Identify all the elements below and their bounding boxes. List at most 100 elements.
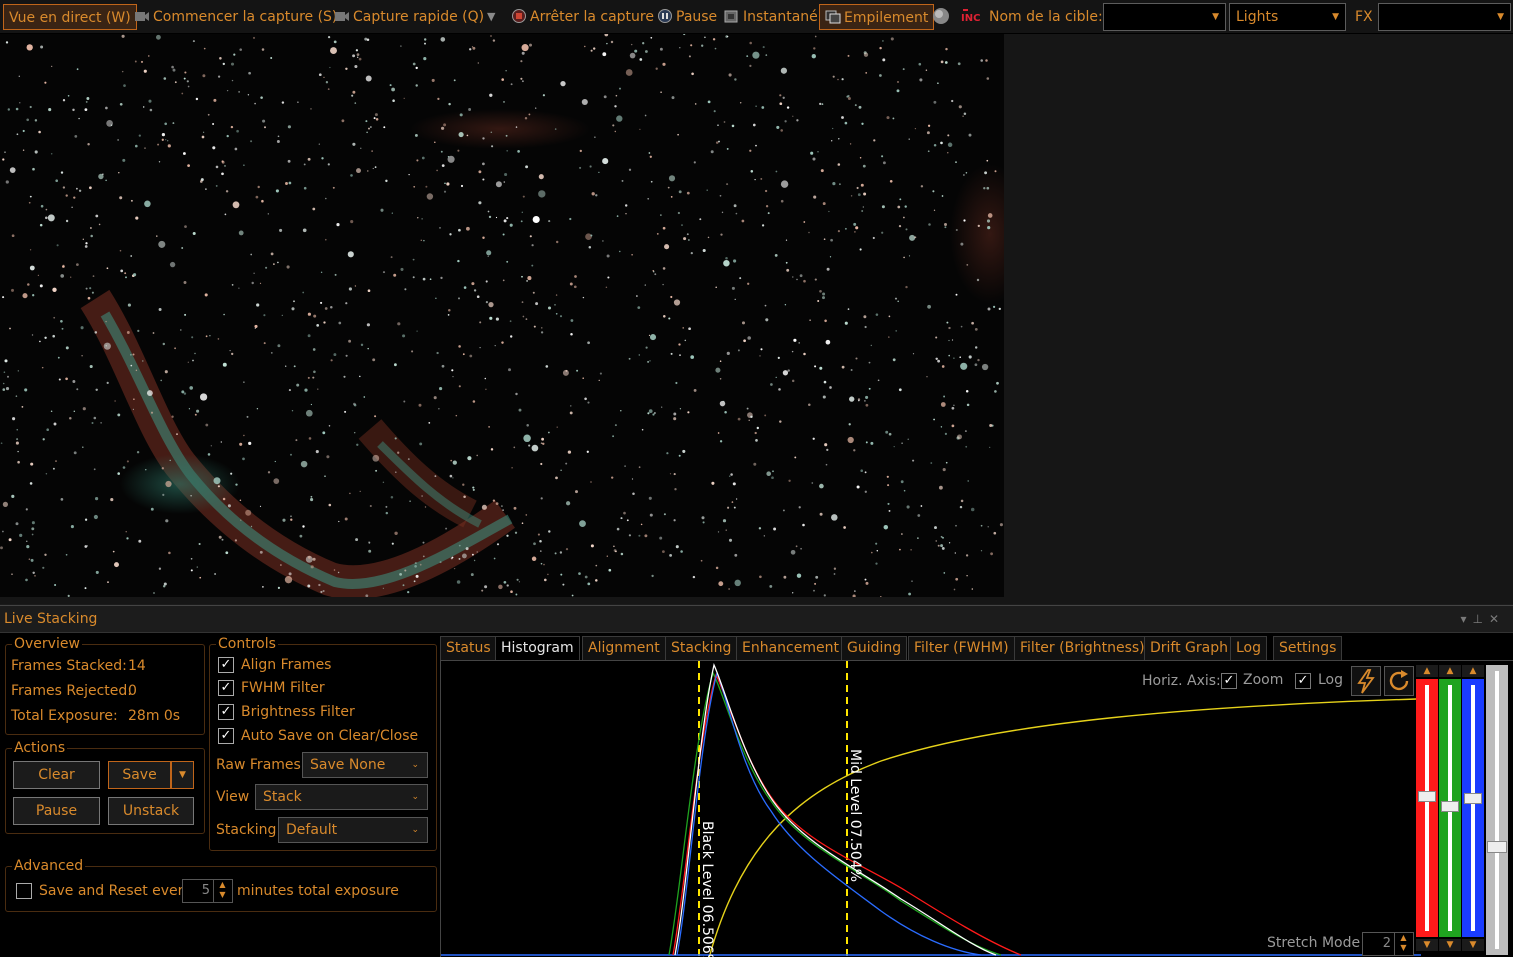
start-capture-label: Commencer la capture (S) [153, 9, 338, 25]
controls-legend: Controls [216, 635, 278, 653]
brightness-filter-label[interactable]: Brightness Filter [241, 703, 355, 721]
blue-down-icon[interactable]: ▼ [1462, 939, 1484, 951]
log-label[interactable]: Log [1318, 672, 1343, 688]
log-checkbox[interactable]: ✓ [1295, 673, 1311, 689]
red-down-icon[interactable]: ▼ [1416, 939, 1438, 951]
save-reset-suffix: minutes total exposure [237, 883, 399, 899]
luminance-slider[interactable] [1486, 665, 1508, 955]
frames-rejected-value: 0 [128, 683, 137, 699]
target-name-combo[interactable]: ▼ [1103, 3, 1226, 31]
tab-guiding[interactable]: Guiding [841, 636, 908, 661]
save-dropdown-icon[interactable]: ▼ [171, 761, 194, 789]
stacking-label: Empilement [844, 10, 929, 26]
chevron-down-icon: ▼ [1497, 12, 1504, 22]
chevron-down-icon: ▼ [1212, 12, 1219, 22]
tab-filter-fwhm[interactable]: Filter (FWHM) [908, 636, 1015, 661]
luminance-slider-thumb[interactable] [1487, 841, 1507, 853]
chevron-down-icon: ▼ [1332, 12, 1339, 22]
clear-button[interactable]: Clear [13, 761, 100, 789]
align-frames-label[interactable]: Align Frames [241, 656, 331, 674]
mask-icon[interactable] [932, 4, 950, 30]
live-view-button[interactable]: Vue en direct (W) [3, 4, 137, 30]
snapshot-button[interactable]: Instantané [724, 4, 818, 30]
view-select[interactable]: Stack ⌄ [255, 784, 428, 810]
stacking-button[interactable]: Empilement [819, 4, 935, 30]
blue-slider[interactable] [1462, 679, 1484, 937]
stacked-image[interactable] [0, 34, 1004, 597]
frames-stacked-value: 14 [128, 658, 146, 674]
lightning-icon [1357, 669, 1375, 694]
image-viewer[interactable] [0, 34, 1513, 604]
stretch-curve [708, 698, 1417, 957]
save-button[interactable]: Save [108, 761, 171, 789]
blue-slider-thumb[interactable] [1464, 793, 1482, 804]
save-reset-minutes-input[interactable]: 5 ▲ ▼ [182, 879, 233, 903]
auto-save-label[interactable]: Auto Save on Clear/Close [241, 727, 418, 745]
spinner-arrows-icon[interactable]: ▲ ▼ [213, 880, 231, 902]
stretch-mode-label: Stretch Mode [1267, 935, 1361, 951]
tab-drift-graph[interactable]: Drift Graph [1144, 636, 1234, 661]
red-slider-thumb[interactable] [1418, 791, 1436, 802]
quick-capture-dropdown-icon[interactable]: ▼ [487, 4, 495, 30]
green-down-icon[interactable]: ▼ [1439, 939, 1461, 951]
total-exposure-value: 28m 0s [128, 708, 181, 724]
blue-up-icon[interactable]: ▲ [1462, 665, 1484, 677]
save-reset-minutes-value: 5 [201, 883, 210, 898]
frames-rejected-label: Frames Rejected: [11, 683, 132, 699]
snapshot-icon [724, 6, 740, 23]
pin-icon[interactable]: ⊥ [1472, 612, 1488, 626]
snapshot-label: Instantané [743, 9, 818, 25]
tab-log[interactable]: Log [1230, 636, 1268, 661]
stop-capture-button[interactable]: Arrêter la capture [511, 4, 654, 30]
fwhm-filter-checkbox[interactable]: ✓ [218, 680, 234, 696]
svg-text:INC: INC [961, 13, 980, 24]
histogram-view[interactable]: Black Level 06.506% Mid Level 07.504% Ho… [440, 660, 1513, 957]
green-up-icon[interactable]: ▲ [1439, 665, 1461, 677]
main-toolbar: Vue en direct (W) Commencer la capture (… [0, 0, 1513, 34]
spinner-arrows-icon[interactable]: ▲ ▼ [1394, 933, 1412, 955]
green-slider-thumb[interactable] [1441, 801, 1459, 812]
tab-alignment[interactable]: Alignment [582, 636, 666, 661]
pause-label: Pause [676, 9, 718, 25]
tab-histogram[interactable]: Histogram [495, 636, 580, 661]
stretch-mode-input[interactable]: 2 ▲ ▼ [1362, 932, 1414, 956]
stacking-mode-select[interactable]: Default ⌄ [278, 817, 428, 843]
fwhm-filter-label[interactable]: FWHM Filter [241, 679, 325, 697]
start-capture-button[interactable]: Commencer la capture (S) [134, 4, 337, 30]
black-level-label: Black Level 06.506% [699, 821, 715, 957]
tab-enhancement[interactable]: Enhancement [736, 636, 845, 661]
advanced-legend: Advanced [12, 857, 86, 875]
close-icon[interactable]: ✕ [1489, 612, 1505, 626]
frame-type-combo[interactable]: Lights ▼ [1229, 3, 1346, 31]
reset-stretch-button[interactable] [1384, 666, 1414, 696]
histogram-plot[interactable]: Black Level 06.506% Mid Level 07.504% [441, 661, 1513, 957]
raw-frames-select[interactable]: Save None ⌄ [302, 752, 428, 778]
red-slider[interactable] [1416, 679, 1438, 937]
auto-stretch-button[interactable] [1351, 666, 1381, 696]
total-exposure-label: Total Exposure: [11, 708, 118, 724]
save-reset-checkbox[interactable] [16, 883, 32, 899]
brightness-filter-checkbox[interactable]: ✓ [218, 704, 234, 720]
tab-status[interactable]: Status [440, 636, 497, 661]
tab-stacking[interactable]: Stacking [665, 636, 738, 661]
zoom-label[interactable]: Zoom [1243, 672, 1283, 688]
quick-capture-button[interactable]: Capture rapide (Q) [334, 4, 484, 30]
dropdown-icon[interactable]: ▾ [1460, 612, 1472, 626]
fx-combo[interactable]: ▼ [1378, 3, 1511, 31]
green-slider[interactable] [1439, 679, 1461, 937]
panel-title-bar: Live Stacking ▾⊥✕ [0, 606, 1513, 633]
red-up-icon[interactable]: ▲ [1416, 665, 1438, 677]
pause-button[interactable]: Pause [657, 4, 717, 30]
frames-stacked-label: Frames Stacked: [11, 658, 127, 674]
fx-label: FX [1355, 9, 1373, 25]
inc-icon[interactable]: INC [960, 4, 982, 30]
tab-settings[interactable]: Settings [1273, 636, 1343, 661]
zoom-checkbox[interactable]: ✓ [1221, 673, 1237, 689]
tab-filter-brightness[interactable]: Filter (Brightness) [1014, 636, 1151, 661]
align-frames-checkbox[interactable]: ✓ [218, 657, 234, 673]
unstack-button[interactable]: Unstack [108, 797, 194, 825]
pause-stack-button[interactable]: Pause [13, 797, 100, 825]
auto-save-checkbox[interactable]: ✓ [218, 728, 234, 744]
blue-channel-curve [676, 671, 982, 956]
save-reset-label[interactable]: Save and Reset every [39, 882, 192, 900]
